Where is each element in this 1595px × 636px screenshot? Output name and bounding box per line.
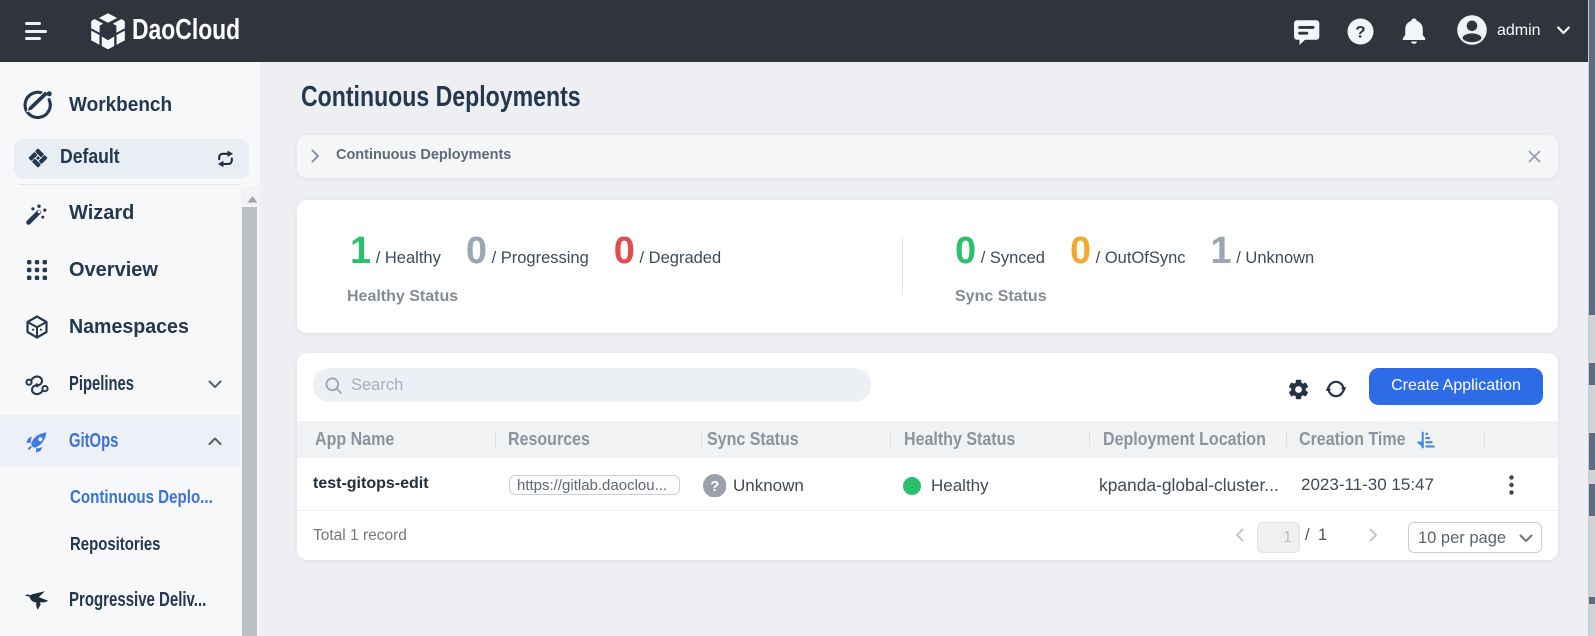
svg-text:?: ?	[710, 479, 719, 495]
svg-text:?: ?	[1355, 23, 1365, 42]
